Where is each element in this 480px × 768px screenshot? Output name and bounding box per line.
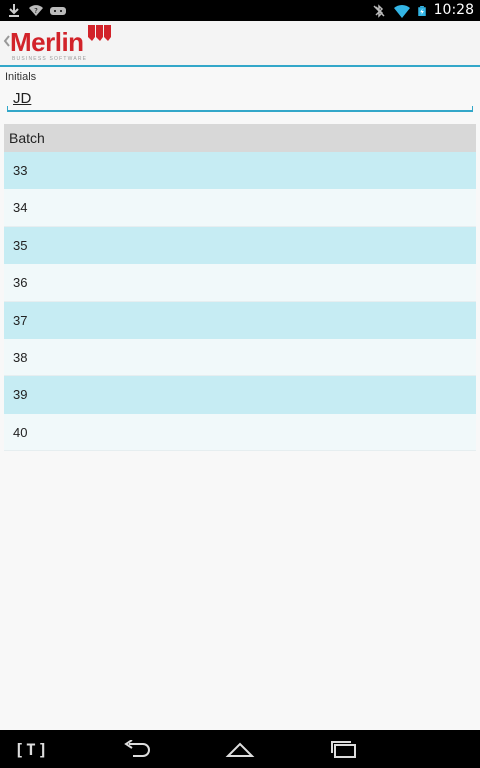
status-right: 10:28 [371, 1, 474, 20]
batch-list: Batch 33 34 35 36 37 38 39 40 [4, 124, 476, 452]
action-bar: Merlin BUSINESS SOFTWARE [0, 21, 480, 67]
batch-list-item[interactable]: 38 [4, 338, 476, 377]
keyboard-toggle-button[interactable]: [T] [10, 736, 54, 762]
battery-charging-icon [417, 5, 426, 16]
initials-input[interactable]: JD [7, 88, 473, 110]
svg-text:?: ? [34, 7, 38, 15]
home-icon [225, 742, 255, 757]
back-icon [124, 740, 150, 757]
initials-underline-cap-left [7, 106, 8, 112]
batch-list-header: Batch [4, 124, 476, 152]
batch-list-item[interactable]: 35 [4, 226, 476, 265]
clock: 10:28 [433, 2, 474, 18]
wifi-question-icon: ? [29, 5, 43, 16]
wifi-icon [393, 4, 410, 18]
status-left: ? [6, 2, 66, 18]
initials-underline-cap-right [472, 106, 473, 112]
initials-underline [7, 110, 473, 112]
initials-field[interactable]: JD [7, 88, 473, 112]
gamepad-icon [50, 7, 66, 15]
status-bar: ? 10:28 [0, 0, 480, 21]
batch-list-item[interactable]: 34 [4, 189, 476, 227]
batch-list-item[interactable]: 40 [4, 413, 476, 452]
recent-apps-icon [331, 741, 356, 758]
initials-label: Initials [5, 71, 37, 83]
download-icon [9, 4, 19, 17]
batch-list-item[interactable]: 33 [4, 152, 476, 190]
app-logo[interactable]: Merlin BUSINESS SOFTWARE [10, 23, 114, 63]
batch-list-item[interactable]: 36 [4, 264, 476, 302]
back-button[interactable] [116, 736, 160, 762]
bluetooth-off-icon [373, 3, 385, 18]
initials-value: JD [13, 90, 32, 107]
recent-apps-button[interactable] [322, 736, 366, 762]
home-button[interactable] [218, 736, 262, 762]
batch-list-item[interactable]: 39 [4, 376, 476, 414]
keyboard-toggle-icon: [T] [14, 739, 50, 759]
batch-list-item[interactable]: 37 [4, 301, 476, 339]
logo-subtitle: BUSINESS SOFTWARE [12, 56, 88, 62]
navigation-bar: [T] [0, 730, 480, 768]
logo-text: Merlin [10, 27, 84, 57]
logo-mark-icon [88, 25, 111, 41]
